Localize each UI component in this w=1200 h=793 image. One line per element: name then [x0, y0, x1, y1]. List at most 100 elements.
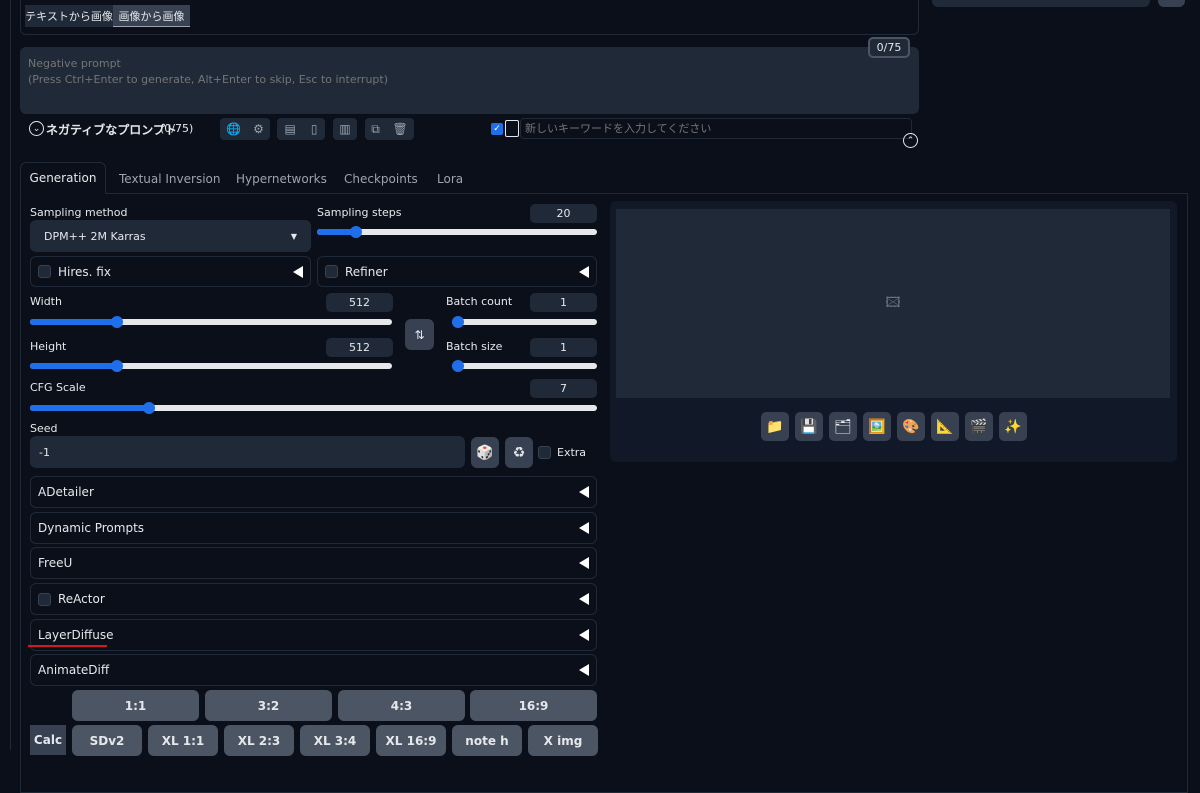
- preset-button[interactable]: note h: [452, 725, 522, 756]
- collapse-triangle-icon: [579, 593, 589, 605]
- collapse-triangle-icon: [579, 629, 589, 641]
- copy-icon[interactable]: ⧉: [371, 122, 380, 137]
- refiner-checkbox[interactable]: [325, 265, 338, 278]
- collapse-triangle-icon: [293, 265, 303, 278]
- hires-fix-accordion[interactable]: Hires. fix: [30, 256, 311, 287]
- collapse-triangle-icon: [579, 664, 589, 676]
- keyword-checkbox[interactable]: ✓: [491, 123, 503, 135]
- translate-icon[interactable]: ▥: [339, 122, 350, 136]
- seed-input[interactable]: -1: [30, 436, 465, 468]
- save-icon[interactable]: 💾: [795, 412, 823, 441]
- batch-size-input[interactable]: 1: [530, 338, 597, 357]
- zip-icon[interactable]: 🗂: [829, 412, 857, 441]
- accordion-label: Dynamic Prompts: [38, 521, 145, 535]
- height-input[interactable]: 512: [326, 338, 393, 357]
- swap-dimensions-button[interactable]: ⇅: [405, 319, 434, 350]
- trash-icon[interactable]: 🗑: [392, 122, 407, 136]
- extra-label: Extra: [557, 446, 587, 459]
- red-underline-annotation: [28, 645, 107, 647]
- dice-icon[interactable]: 🎲: [471, 437, 499, 468]
- send-to-img2img-icon[interactable]: 🖼️: [863, 412, 891, 441]
- keyword-input[interactable]: [520, 118, 912, 139]
- accordion-label: ReActor: [58, 592, 105, 606]
- tab-textual-inversion[interactable]: Textual Inversion: [119, 172, 220, 186]
- history-icon[interactable]: ▤: [285, 122, 296, 136]
- accordion-label: AnimateDiff: [38, 663, 110, 677]
- sampling-steps-slider[interactable]: [317, 226, 597, 238]
- negative-toolbar-label: ネガティブなプロンプト: [46, 123, 177, 137]
- preset-button[interactable]: XL 2:3: [224, 725, 294, 756]
- ratio-button[interactable]: 3:2: [205, 690, 332, 721]
- width-label: Width: [30, 295, 62, 308]
- accordion-checkbox[interactable]: [38, 592, 51, 606]
- clapper-icon[interactable]: 🎬: [965, 412, 993, 441]
- tab-img2img[interactable]: 画像から画像: [113, 5, 190, 27]
- ratio-button[interactable]: 1:1: [72, 690, 199, 721]
- tab-lora[interactable]: Lora: [437, 172, 463, 186]
- gear-icon[interactable]: ⚙: [253, 122, 264, 136]
- tab-hypernetworks[interactable]: Hypernetworks: [236, 172, 327, 186]
- token-counter: 0/75: [868, 37, 910, 58]
- seed-label: Seed: [30, 422, 58, 435]
- width-input[interactable]: 512: [326, 293, 393, 312]
- cfg-label: CFG Scale: [30, 381, 86, 394]
- sparkles-icon[interactable]: ✨: [999, 412, 1027, 441]
- negative-toolbar-count: (0/75): [160, 122, 194, 135]
- preset-button[interactable]: XL 16:9: [376, 725, 446, 756]
- batch-size-slider[interactable]: [452, 360, 597, 372]
- accordion-dynamic-prompts[interactable]: Dynamic Prompts: [30, 512, 597, 544]
- sampling-method-value: DPM++ 2M Karras: [44, 229, 146, 243]
- button-group-2: ▤ ▯: [277, 118, 325, 140]
- collapse-triangle-icon: [579, 557, 589, 569]
- cfg-slider[interactable]: [30, 402, 597, 414]
- top-right-input[interactable]: [932, 0, 1150, 7]
- height-slider[interactable]: [30, 360, 392, 372]
- bookmark-toggle-icon[interactable]: [505, 120, 519, 137]
- calc-button[interactable]: Calc: [30, 725, 66, 755]
- accordion-reactor[interactable]: ReActor: [30, 583, 597, 615]
- sampling-steps-label: Sampling steps: [317, 206, 402, 219]
- negative-prompt-textarea[interactable]: [20, 47, 919, 114]
- chevron-down-icon[interactable]: ⌄: [29, 121, 44, 136]
- preset-button[interactable]: SDv2: [72, 725, 142, 756]
- ratio-button[interactable]: 4:3: [338, 690, 465, 721]
- hires-fix-checkbox[interactable]: [38, 265, 51, 278]
- tab-generation[interactable]: Generation: [20, 162, 106, 194]
- accordion-animatediff[interactable]: AnimateDiff: [30, 654, 597, 686]
- button-group-3: ▥: [333, 118, 357, 140]
- left-border: [10, 0, 11, 750]
- width-slider[interactable]: [30, 316, 392, 328]
- button-group-1: 🌐 ⚙: [220, 118, 270, 140]
- tab-txt2img[interactable]: テキストから画像: [25, 5, 113, 27]
- recycle-icon[interactable]: ♻: [505, 437, 533, 468]
- send-to-extras-icon[interactable]: 📐: [931, 412, 959, 441]
- accordion-adetailer[interactable]: ADetailer: [30, 476, 597, 508]
- sampling-method-select[interactable]: DPM++ 2M Karras ▼: [30, 220, 311, 252]
- tab-checkpoints[interactable]: Checkpoints: [344, 172, 418, 186]
- batch-count-input[interactable]: 1: [530, 293, 597, 312]
- collapse-triangle-icon: [579, 486, 589, 498]
- height-label: Height: [30, 340, 67, 353]
- sampling-steps-input[interactable]: 20: [530, 204, 597, 223]
- accordion-layerdiffuse[interactable]: LayerDiffuse: [30, 619, 597, 651]
- refiner-accordion[interactable]: Refiner: [317, 256, 597, 287]
- ratio-button[interactable]: 16:9: [470, 690, 597, 721]
- preset-button[interactable]: XL 1:1: [148, 725, 218, 756]
- globe-icon[interactable]: 🌐: [226, 122, 241, 136]
- dropdown-arrow-icon: ▼: [290, 231, 297, 241]
- accordion-label: FreeU: [38, 556, 73, 570]
- chevron-up-icon[interactable]: ⌃: [903, 133, 918, 148]
- sampling-method-label: Sampling method: [30, 206, 128, 219]
- preset-button[interactable]: XL 3:4: [300, 725, 370, 756]
- cfg-input[interactable]: 7: [530, 379, 597, 398]
- batch-count-label: Batch count: [446, 295, 513, 308]
- extra-checkbox[interactable]: [538, 446, 551, 459]
- batch-size-label: Batch size: [446, 340, 503, 353]
- bookmark-icon[interactable]: ▯: [311, 122, 318, 136]
- send-to-inpaint-icon[interactable]: 🎨: [897, 412, 925, 441]
- top-right-button[interactable]: [1158, 0, 1185, 7]
- batch-count-slider[interactable]: [452, 316, 597, 328]
- preset-button[interactable]: X img: [528, 725, 598, 756]
- accordion-freeu[interactable]: FreeU: [30, 547, 597, 579]
- folder-icon[interactable]: 📁: [761, 412, 789, 441]
